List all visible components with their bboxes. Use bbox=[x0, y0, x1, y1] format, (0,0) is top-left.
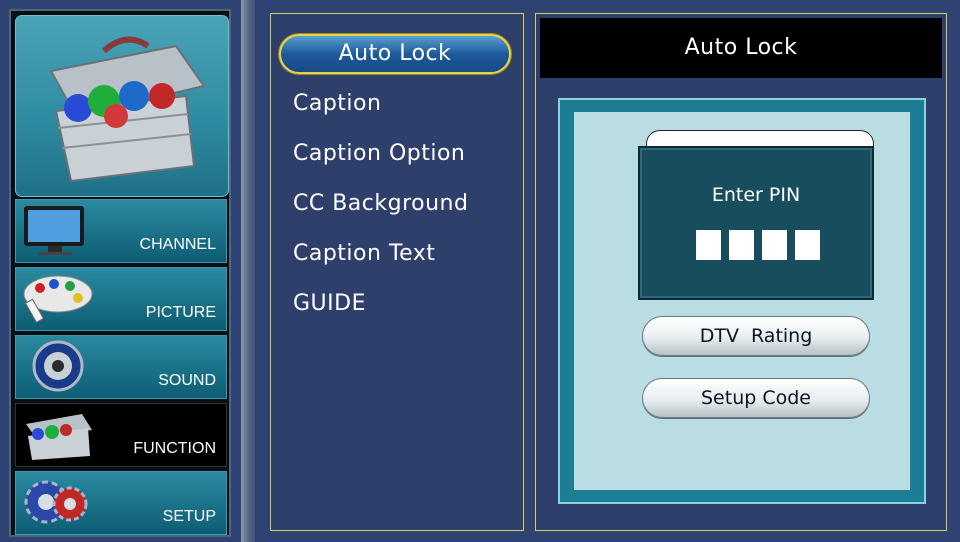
panel-divider bbox=[241, 0, 255, 542]
sidebar-item-label: SOUND bbox=[158, 372, 216, 389]
sidebar-item-setup[interactable]: SETUP bbox=[15, 471, 227, 535]
auto-lock-frame: Enter PIN DTV Rating Setup Code bbox=[558, 98, 926, 504]
gears-icon bbox=[24, 480, 88, 524]
menu-item-caption[interactable]: Caption bbox=[293, 84, 381, 124]
toolbox-icon bbox=[26, 414, 92, 460]
speaker-icon bbox=[32, 340, 84, 392]
setup-code-button[interactable]: Setup Code bbox=[642, 378, 870, 418]
sidebar-item-label: FUNCTION bbox=[133, 440, 216, 457]
auto-lock-frame-inner: Enter PIN DTV Rating Setup Code bbox=[574, 112, 910, 490]
sidebar-item-label: PICTURE bbox=[145, 304, 216, 321]
menu-item-caption-text[interactable]: Caption Text bbox=[293, 234, 435, 274]
sidebar-item-label: CHANNEL bbox=[139, 236, 216, 253]
page-title: Auto Lock bbox=[540, 18, 942, 78]
auto-lock-detail-panel: Auto Lock Enter PIN DTV Rating Setup Cod… bbox=[535, 13, 947, 531]
menu-item-auto-lock[interactable]: Auto Lock bbox=[279, 34, 511, 74]
sidebar-item-label: SETUP bbox=[162, 508, 216, 525]
toolbox-icon bbox=[49, 36, 206, 183]
dtv-rating-button[interactable]: DTV Rating bbox=[642, 316, 870, 356]
menu-item-caption-option[interactable]: Caption Option bbox=[293, 134, 465, 174]
pin-entry-box[interactable]: Enter PIN bbox=[638, 146, 874, 300]
sidebar-item-picture[interactable]: PICTURE bbox=[15, 267, 227, 331]
menu-item-guide[interactable]: GUIDE bbox=[293, 284, 366, 324]
pin-label: Enter PIN bbox=[711, 184, 801, 206]
tv-icon bbox=[24, 206, 84, 255]
paint-palette-icon bbox=[23, 275, 93, 324]
sidebar-item-sound[interactable]: SOUND bbox=[15, 335, 227, 399]
pin-digit-2[interactable] bbox=[729, 230, 754, 260]
function-hero-image bbox=[15, 15, 229, 197]
function-menu-panel: Auto Lock Caption Caption Option CC Back… bbox=[270, 13, 524, 531]
sidebar-item-function[interactable]: FUNCTION bbox=[15, 403, 227, 467]
pin-digit-3[interactable] bbox=[762, 230, 787, 260]
pin-digit-fields[interactable] bbox=[696, 230, 824, 260]
main-sidebar: CHANNEL PICTURE SOUND FUNCTION SETUP bbox=[9, 9, 231, 537]
sidebar-item-channel[interactable]: CHANNEL bbox=[15, 199, 227, 263]
pin-digit-1[interactable] bbox=[696, 230, 721, 260]
menu-item-cc-background[interactable]: CC Background bbox=[293, 184, 468, 224]
pin-digit-4[interactable] bbox=[795, 230, 820, 260]
